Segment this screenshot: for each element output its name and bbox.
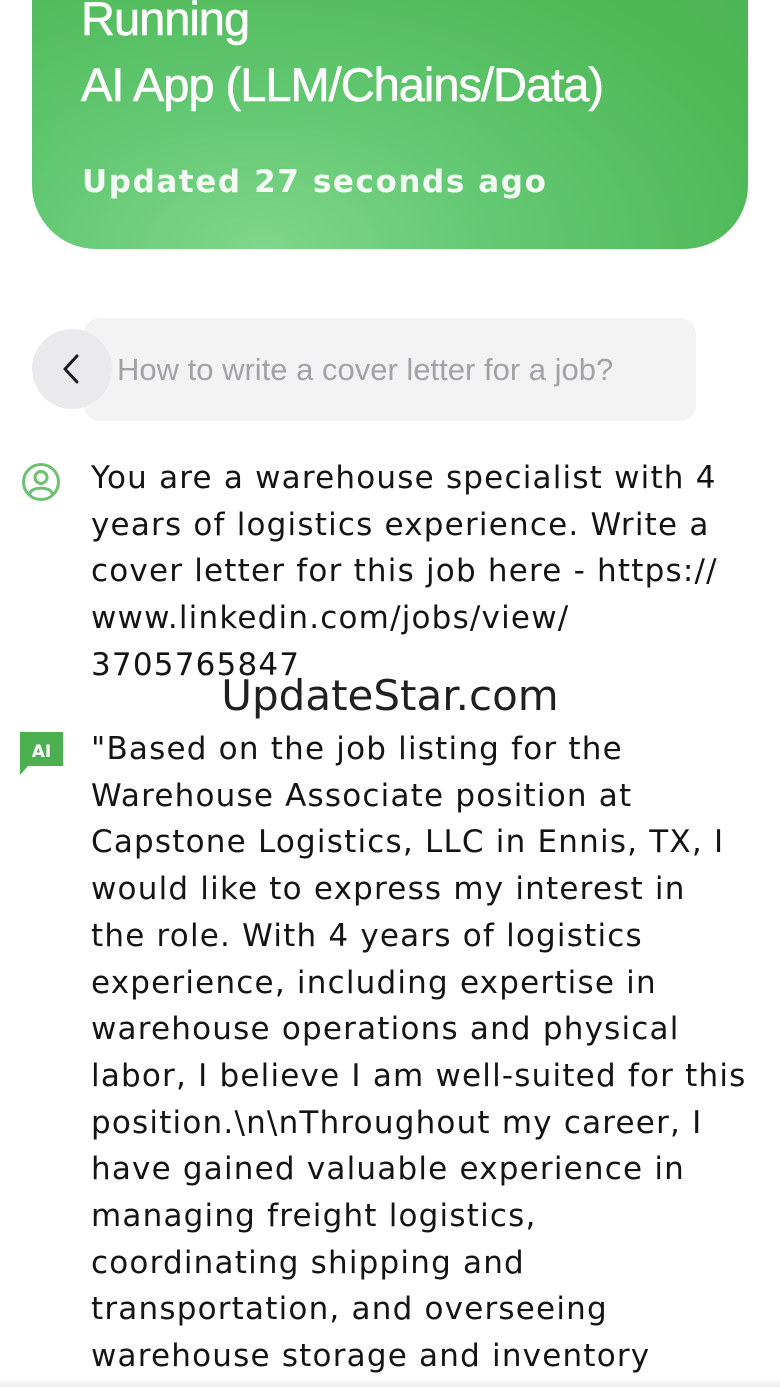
- ai-message: "Based on the job listing for the Wareho…: [91, 731, 747, 1375]
- app-name: AI App (LLM/Chains/Data): [81, 58, 605, 112]
- bottom-edge: [0, 1379, 780, 1387]
- user-avatar-icon: [22, 463, 60, 501]
- user-message: You are a warehouse specialist with 4 ye…: [91, 460, 718, 683]
- updated-timestamp: Updated 27 seconds ago: [82, 164, 548, 200]
- app-status-card[interactable]: Running AI App (LLM/Chains/Data) Updated…: [32, 0, 748, 249]
- ai-badge-label: AI: [32, 742, 51, 762]
- chevron-left-icon: [63, 354, 79, 384]
- ai-badge-icon: AI: [20, 732, 63, 775]
- prompt-query-text: How to write a cover letter for a job?: [117, 352, 614, 387]
- status-label: Running: [81, 0, 251, 45]
- back-button[interactable]: [32, 329, 112, 409]
- chat-screen: Running AI App (LLM/Chains/Data) Updated…: [0, 0, 780, 1387]
